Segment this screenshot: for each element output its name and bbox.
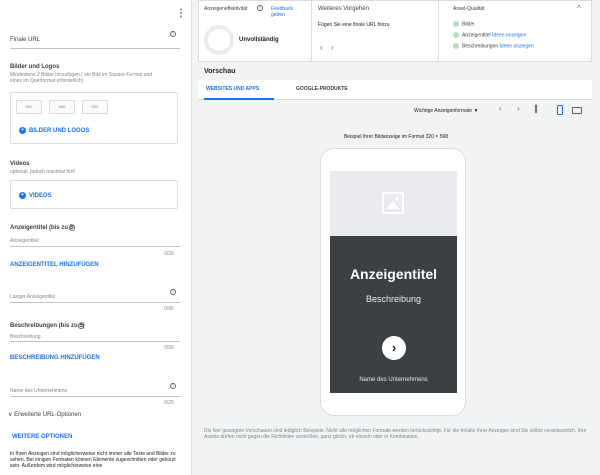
ad-cta-arrow-icon[interactable]: › [382, 336, 406, 360]
long-headline-input[interactable] [10, 302, 180, 303]
mobile-device-icon[interactable] [557, 105, 563, 115]
ad-headline: Anzeigentitel [349, 266, 438, 282]
help-icon[interactable]: ? [257, 5, 263, 11]
add-video-icon: + [19, 192, 26, 199]
ad-description: Beschreibung [365, 294, 422, 304]
pause-icon[interactable]: ∥ [534, 104, 538, 113]
final-url-input[interactable] [10, 48, 180, 49]
effectiveness-title: Anzeigeneffektivität [204, 6, 248, 12]
add-videos-button[interactable]: + VIDEOS [19, 192, 52, 200]
footer-note: In Ihren Anzeigen sind möglicherweise ni… [10, 451, 176, 469]
effectiveness-card: Anzeigeneffektivität ? Feedback geben Un… [199, 1, 311, 61]
url-options-toggle[interactable]: ∨ Erweiterte URL-Optionen [8, 412, 81, 419]
next-steps-text: Fügen Sie eine finale URL hinzu [318, 22, 390, 28]
headline-input[interactable] [10, 246, 180, 247]
business-name-label: Name des Unternehmens [10, 388, 67, 394]
videos-hint: optional, jedoch maximal fünf [10, 169, 75, 175]
asset-quality-row: Bilder [453, 21, 475, 27]
add-headline-button[interactable]: ANZEIGENTITEL HINZUFÜGEN [10, 262, 99, 269]
asset-quality-row: Anzeigentitel Ideen anzeigen [453, 32, 526, 38]
final-url-label: Finale URL [10, 37, 41, 43]
help-icon[interactable]: ? [170, 383, 176, 389]
add-image-icon: + [19, 127, 26, 134]
videos-box: + VIDEOS [10, 180, 178, 209]
image-thumbnail: 600 [49, 100, 75, 114]
asset-quality-title: Asset-Qualität [453, 6, 485, 12]
quality-dot-icon [453, 21, 459, 27]
headlines-title: Anzeigentitel (bis zu 5) [10, 225, 76, 231]
image-thumbnail: 600 [82, 100, 108, 114]
asset-quality-row: Beschreibungen Ideen anzeigen [453, 43, 534, 49]
add-description-button[interactable]: BESCHREIBUNG HINZUFÜGEN [10, 355, 100, 362]
prev-format-icon[interactable]: ‹ [499, 104, 502, 113]
business-name-counter: 0/25 [164, 400, 174, 406]
videos-title: Videos [10, 161, 30, 167]
preview-panel: Anzeigeneffektivität ? Feedback geben Un… [192, 0, 600, 475]
feedback-link[interactable]: Feedback geben [271, 6, 301, 18]
preview-caption: Beispiel Ihrer Bildanzeige im Format 320… [343, 134, 449, 140]
more-vert-icon[interactable]: ⋮ [176, 8, 186, 19]
images-hint: Mindestens 2 Bilder hinzufügen ( ein Bil… [10, 72, 153, 84]
headline-counter: 0/30 [164, 251, 174, 257]
help-icon[interactable]: ? [170, 289, 176, 295]
help-icon[interactable]: ? [78, 323, 84, 329]
dropdown-arrow-icon: ▼ [473, 108, 479, 114]
effectiveness-gauge [204, 25, 234, 55]
help-icon[interactable]: ? [69, 225, 75, 231]
preview-disclaimer: Dis hier gezeigten Vorschauen sind ledig… [204, 428, 587, 440]
next-format-icon[interactable]: › [517, 104, 520, 113]
ad-image-placeholder [330, 171, 457, 236]
collapse-icon[interactable]: ^ [577, 4, 581, 13]
next-steps-card: Weiteres Vorgehen Fügen Sie eine finale … [312, 1, 438, 61]
effectiveness-status: Unvollständig [239, 37, 279, 43]
descriptions-title: Beschreibungen (bis zu 5) [10, 323, 85, 329]
ideas-link[interactable]: Ideen anzeigen [492, 32, 526, 38]
next-step-icon[interactable]: › [331, 43, 334, 52]
quality-dot-icon [453, 43, 459, 49]
ad-business-name: Name des Unternehmens [359, 377, 428, 383]
quality-dot-icon [453, 32, 459, 38]
business-name-input[interactable] [10, 396, 180, 397]
ideas-link[interactable]: Ideen anzeigen [500, 43, 534, 49]
description-input[interactable] [10, 341, 180, 342]
description-placeholder: Beschreibung [10, 334, 41, 340]
ad-preview: Anzeigentitel Beschreibung › Name des Un… [330, 171, 457, 393]
ad-body: Anzeigentitel Beschreibung › Name des Un… [330, 236, 457, 393]
image-icon [382, 192, 404, 214]
description-counter: 0/90 [164, 345, 174, 351]
long-headline-label: Langer Anzeigentitel [10, 294, 56, 300]
phone-mockup: Anzeigentitel Beschreibung › Name des Un… [320, 148, 466, 416]
next-steps-title: Weiteres Vorgehen [318, 6, 369, 12]
summary-bar: Anzeigeneffektivität ? Feedback geben Un… [198, 0, 592, 62]
preview-tabs: WEBSITES UND APPS GOOGLE-PRODUKTE [198, 80, 592, 100]
asset-quality-card: Asset-Qualität ^ Bilder Anzeigentitel Id… [439, 1, 591, 61]
add-images-button[interactable]: + BILDER UND LOGOS [19, 127, 89, 135]
tab-google-products[interactable]: GOOGLE-PRODUKTE [296, 86, 348, 92]
long-headline-counter: 0/90 [164, 306, 174, 312]
more-options-button[interactable]: WEITERE OPTIONEN [12, 434, 72, 441]
prev-step-icon[interactable]: ‹ [320, 43, 323, 52]
chevron-down-icon: ∨ [8, 412, 13, 418]
desktop-device-icon[interactable] [572, 107, 582, 114]
format-select[interactable]: Wichtige Anzeigenformate ▼ [414, 108, 478, 114]
tab-websites-apps[interactable]: WEBSITES UND APPS [206, 86, 259, 92]
image-thumbnail: 600 [16, 100, 42, 114]
preview-title: Vorschau [204, 68, 236, 75]
active-tab-indicator [204, 98, 274, 100]
images-title: Bilder und Logos [10, 64, 60, 70]
help-icon[interactable]: ? [170, 31, 176, 37]
asset-form-panel: ⋮ Finale URL ? Bilder und Logos Mindeste… [0, 0, 192, 475]
images-box: 600 600 600 + BILDER UND LOGOS [10, 92, 178, 144]
headline-placeholder: Anzeigentitel [10, 238, 39, 244]
